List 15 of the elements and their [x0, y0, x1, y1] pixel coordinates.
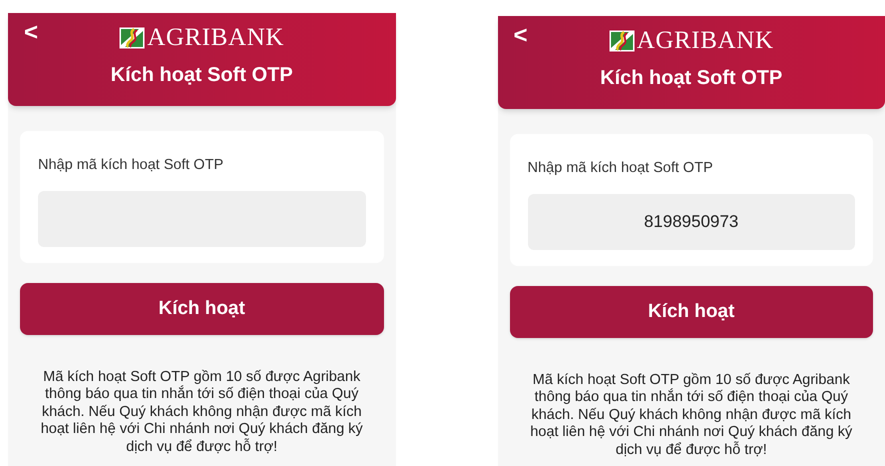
field-label: Nhập mã kích hoạt Soft OTP	[38, 156, 224, 175]
info-note: Mã kích hoạt Soft OTP gồm 10 số được Agribank thông báo qua tin nhắn tới số điện thoại của Quý khách. Nếu Quý khách không nhận được mã kích hoạt liên hệ với Chi nhánh nơi Quý khách đăng ký dịch vụ để được hỗ trợ!	[529, 372, 854, 460]
brand-name: AGRIBANK	[636, 28, 774, 53]
back-button[interactable]: <	[514, 24, 528, 48]
activate-button[interactable]: Kích hoạt	[20, 282, 384, 335]
back-button[interactable]: <	[24, 21, 38, 45]
screen-title: Kích hoạt Soft OTP	[110, 63, 293, 88]
logo-icon	[119, 26, 146, 48]
brand-name: AGRIBANK	[147, 25, 284, 50]
activate-button[interactable]: Kích hoạt	[510, 286, 873, 338]
screen-title: Kích hoạt Soft OTP	[600, 66, 782, 91]
field-label: Nhập mã kích hoạt Soft OTP	[528, 159, 714, 178]
activation-code-field[interactable]: 8198950973	[528, 194, 855, 250]
info-note: Mã kích hoạt Soft OTP gồm 10 số được Agribank thông báo qua tin nhắn tới số điện thoại của Quý khách. Nếu Quý khách không nhận được mã kích hoạt liên hệ với Chi nhánh nơi Quý khách đăng ký dịch vụ để được hỗ trợ!	[40, 368, 364, 456]
logo-icon	[608, 30, 635, 52]
